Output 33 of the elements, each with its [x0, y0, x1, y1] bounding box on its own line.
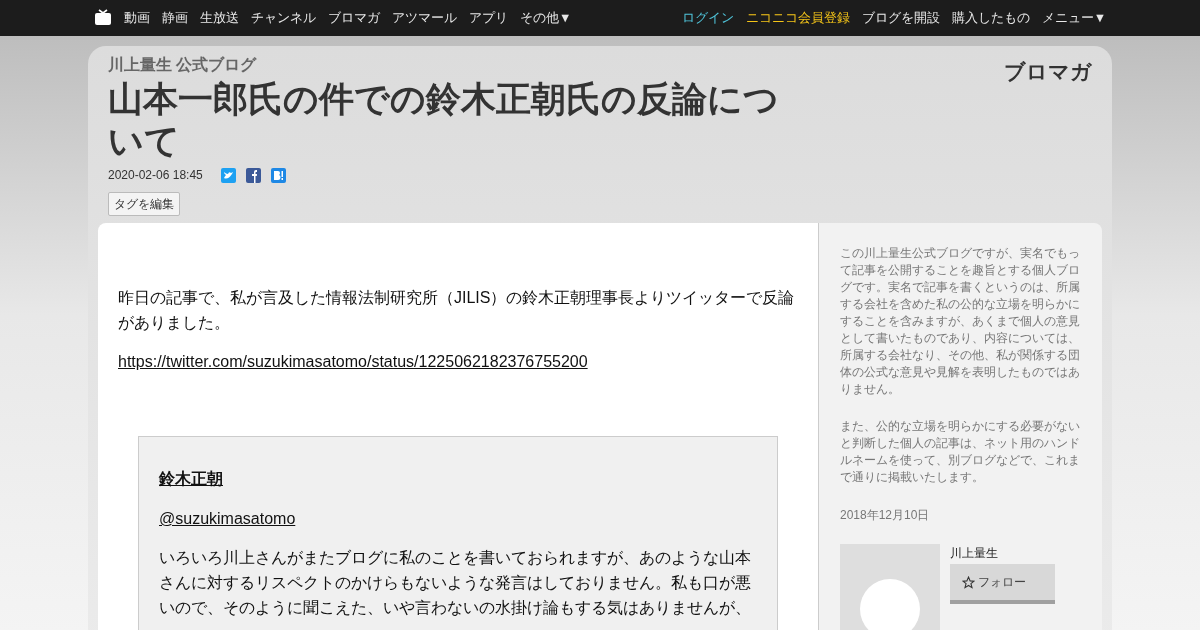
nav-link[interactable]: 生放送	[200, 8, 239, 28]
nav-link[interactable]: ブロマガ	[328, 8, 380, 28]
facebook-icon[interactable]	[245, 167, 261, 183]
sidebar-paragraph: この川上量生公式ブログですが、実名でもって記事を公開することを趣旨とする個人ブログです。実名で記事を書くというのは、所属する会社を含めた私の公的な立場を明らかにすることを含みますが、あくまで個人の意見として書いたものであり、内容については、所属する会社なり、その他、私が関係する団体の公式な意見や見解を表明したものではありません。	[840, 245, 1081, 398]
quote-author[interactable]: 鈴木正朝	[159, 467, 757, 491]
sidebar-date: 2018年12月10日	[840, 507, 931, 524]
edit-tags-button[interactable]: タグを編集	[108, 192, 180, 216]
nav-link[interactable]: ニコニコ会員登録	[745, 8, 850, 28]
twitter-icon[interactable]	[220, 167, 236, 183]
logo[interactable]: ブロマガ	[1004, 56, 1092, 88]
article-title: 山本一郎氏の件での鈴木正朝氏の反論について	[108, 78, 780, 162]
nav-link[interactable]: 動画	[124, 8, 150, 28]
nav-link[interactable]: その他▼	[520, 8, 572, 28]
nav-link[interactable]: ログイン	[681, 8, 734, 28]
author-name[interactable]: 川上量生	[950, 544, 1055, 562]
post-date: 2020-02-06 18:45	[108, 167, 203, 184]
blog-name[interactable]: 川上量生 公式ブログ	[108, 54, 814, 76]
sidebar-paragraph: また、公的な立場を明らかにする必要がないと判断した個人の記事は、ネット用のハンドルネームを使って、別ブログなどで、これまで通りに掲載いたします。	[840, 418, 1081, 486]
nav-link[interactable]: ブログを開設	[861, 8, 940, 28]
avatar-icon	[859, 578, 921, 630]
star-icon	[962, 575, 975, 589]
bookmark-icon[interactable]	[270, 167, 286, 183]
tv-icon[interactable]	[94, 9, 112, 27]
nav-link[interactable]: アプリ	[469, 8, 508, 28]
nav-link[interactable]: メニュー▼	[1041, 8, 1106, 28]
quote-handle[interactable]: @suzukimasatomo	[159, 507, 757, 531]
nav-link[interactable]: 購入したもの	[951, 8, 1030, 28]
tweet-link[interactable]: https://twitter.com/suzukimasatomo/status/1225062182376755200	[118, 350, 798, 374]
article-paragraph: 昨日の記事で、私が言及した情報法制研究所（JILIS）の鈴木正朝理事長よりツイッターで反論がありました。	[118, 288, 796, 333]
nav-link[interactable]: アツマール	[392, 8, 457, 28]
nav-link[interactable]: チャンネル	[251, 8, 316, 28]
nav-link[interactable]: 静画	[162, 8, 188, 28]
quote-text: いろいろ川上さんがまたブログに私のことを書いておられますが、あのような山本さんに対するリスペクトのかけらもないような発言はしておりません。私も口が悪いので、そのように聞こえた、いや言わないの水掛け論もする気はありませんが、	[159, 548, 752, 618]
